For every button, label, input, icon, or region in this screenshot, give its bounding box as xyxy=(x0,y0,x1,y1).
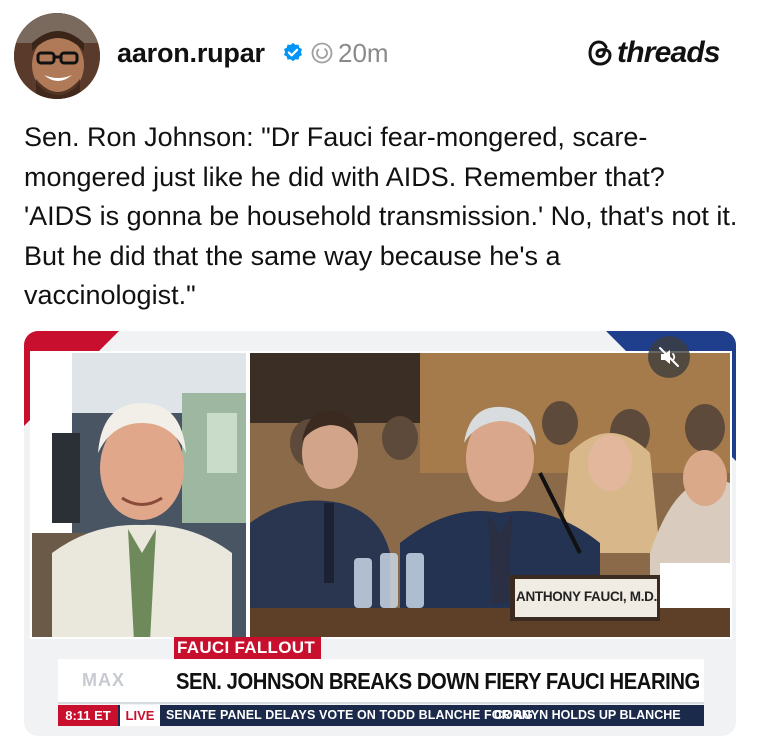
post-header: aaron.rupar 20m threads xyxy=(0,0,757,110)
ticker-text-primary: SENATE PANEL DELAYS VOTE ON TODD BLANCHE… xyxy=(166,708,533,722)
speaker-muted-icon xyxy=(659,347,679,367)
remote-guest-frame xyxy=(30,351,248,639)
threads-logo-icon xyxy=(588,40,612,66)
ticker-live-badge: LIVE xyxy=(120,705,160,726)
video-player[interactable]: ANTHONY FAUCI, M.D. FAUCI FALLOUT MAX SE… xyxy=(24,331,736,736)
threads-brand: threads xyxy=(586,36,721,70)
post-timestamp: 20m xyxy=(338,38,389,68)
hearing-video-feed xyxy=(250,353,730,637)
channel-logo: MAX xyxy=(82,670,125,690)
senator-video-feed xyxy=(32,353,246,637)
ticker-text-secondary: CORNYN HOLDS UP BLANCHE xyxy=(494,708,681,722)
news-lower-third: FAUCI FALLOUT MAX SEN. JOHNSON BREAKS DO… xyxy=(24,637,736,736)
hearing-video-frame: ANTHONY FAUCI, M.D. xyxy=(248,351,732,639)
avatar[interactable] xyxy=(14,13,100,99)
verified-badge-icon xyxy=(284,42,302,62)
nameplate: ANTHONY FAUCI, M.D. xyxy=(516,589,658,604)
threads-wordmark: threads xyxy=(617,36,721,69)
mute-button[interactable] xyxy=(648,336,690,378)
username[interactable]: aaron.rupar xyxy=(117,38,265,69)
post-body-text: Sen. Ron Johnson: "Dr Fauci fear-mongere… xyxy=(24,122,738,310)
ticker-time: 8:11 ET xyxy=(58,705,118,726)
threads-activity-icon xyxy=(311,42,333,64)
banner-label: FAUCI FALLOUT xyxy=(174,637,321,659)
headline-text: SEN. JOHNSON BREAKS DOWN FIERY FAUCI HEA… xyxy=(176,668,700,694)
avatar-image xyxy=(14,13,100,99)
